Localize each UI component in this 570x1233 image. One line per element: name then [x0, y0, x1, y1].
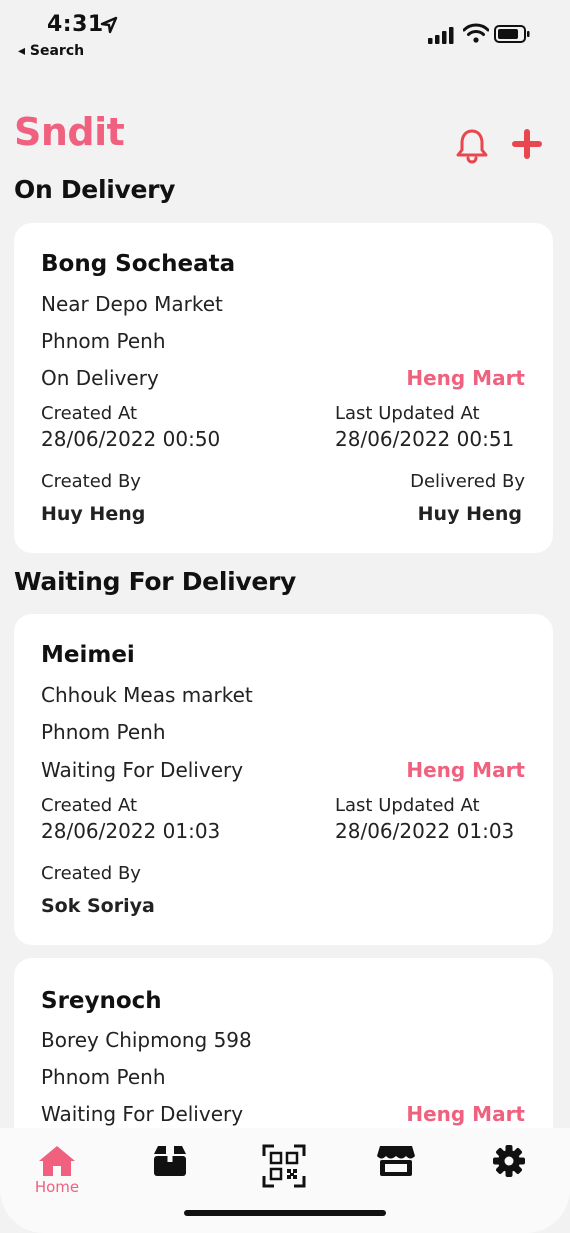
delivered-by-label: Delivered By: [410, 471, 525, 492]
location-arrow-icon: [100, 16, 118, 34]
created-by-value: Sok Soriya: [41, 895, 155, 917]
store-name: Heng Mart: [406, 1102, 525, 1126]
updated-at-label: Last Updated At: [335, 403, 480, 424]
status-time: 4:31: [47, 12, 104, 37]
section-title-waiting: Waiting For Delivery: [14, 567, 297, 596]
order-status: Waiting For Delivery: [41, 758, 244, 782]
wifi-icon: [463, 23, 489, 43]
add-order-icon[interactable]: [510, 127, 544, 161]
created-by-value: Huy Heng: [41, 503, 146, 525]
package-icon: [154, 1146, 186, 1176]
notification-bell-icon[interactable]: [456, 128, 488, 164]
tab-home-label: Home: [34, 1178, 80, 1196]
customer-name: Bong Socheata: [41, 251, 236, 277]
order-card[interactable]: Meimei Chhouk Meas market Phnom Penh Wai…: [14, 614, 553, 945]
created-by-label: Created By: [41, 863, 141, 884]
app-screen: 4:31 ◂ Search Sndit On Delivery Bong Soc…: [0, 0, 570, 1233]
customer-city: Phnom Penh: [41, 720, 166, 744]
tab-store[interactable]: [368, 1144, 424, 1204]
created-by-label: Created By: [41, 471, 141, 492]
customer-address: Chhouk Meas market: [41, 683, 253, 707]
delivered-by-value: Huy Heng: [417, 503, 522, 525]
store-icon: [377, 1146, 415, 1176]
order-status: Waiting For Delivery: [41, 1102, 244, 1126]
gear-icon: [493, 1145, 525, 1177]
qr-code-icon: [262, 1144, 306, 1188]
home-icon: [39, 1146, 75, 1176]
status-bar: 4:31 ◂ Search: [0, 0, 570, 70]
tab-packages[interactable]: [142, 1144, 198, 1204]
home-indicator: [184, 1210, 386, 1216]
customer-name: Sreynoch: [41, 988, 162, 1014]
created-at-value: 28/06/2022 00:50: [41, 427, 221, 451]
battery-icon: [494, 25, 530, 43]
order-status: On Delivery: [41, 366, 159, 390]
order-card[interactable]: Bong Socheata Near Depo Market Phnom Pen…: [14, 223, 553, 553]
tab-scan[interactable]: [256, 1144, 312, 1204]
customer-city: Phnom Penh: [41, 1065, 166, 1089]
created-at-value: 28/06/2022 01:03: [41, 819, 221, 843]
updated-at-value: 28/06/2022 01:03: [335, 819, 515, 843]
tab-settings[interactable]: [481, 1144, 537, 1204]
updated-at-value: 28/06/2022 00:51: [335, 427, 515, 451]
store-name: Heng Mart: [406, 366, 525, 390]
store-name: Heng Mart: [406, 758, 525, 782]
created-at-label: Created At: [41, 403, 138, 424]
customer-city: Phnom Penh: [41, 329, 166, 353]
app-brand-title: Sndit: [14, 110, 125, 154]
back-to-search-link[interactable]: ◂ Search: [18, 43, 84, 59]
section-title-on-delivery: On Delivery: [14, 175, 176, 204]
customer-address: Borey Chipmong 598: [41, 1028, 252, 1052]
customer-name: Meimei: [41, 642, 135, 668]
cellular-signal-icon: [428, 27, 454, 44]
updated-at-label: Last Updated At: [335, 795, 480, 816]
created-at-label: Created At: [41, 795, 138, 816]
customer-address: Near Depo Market: [41, 292, 223, 316]
